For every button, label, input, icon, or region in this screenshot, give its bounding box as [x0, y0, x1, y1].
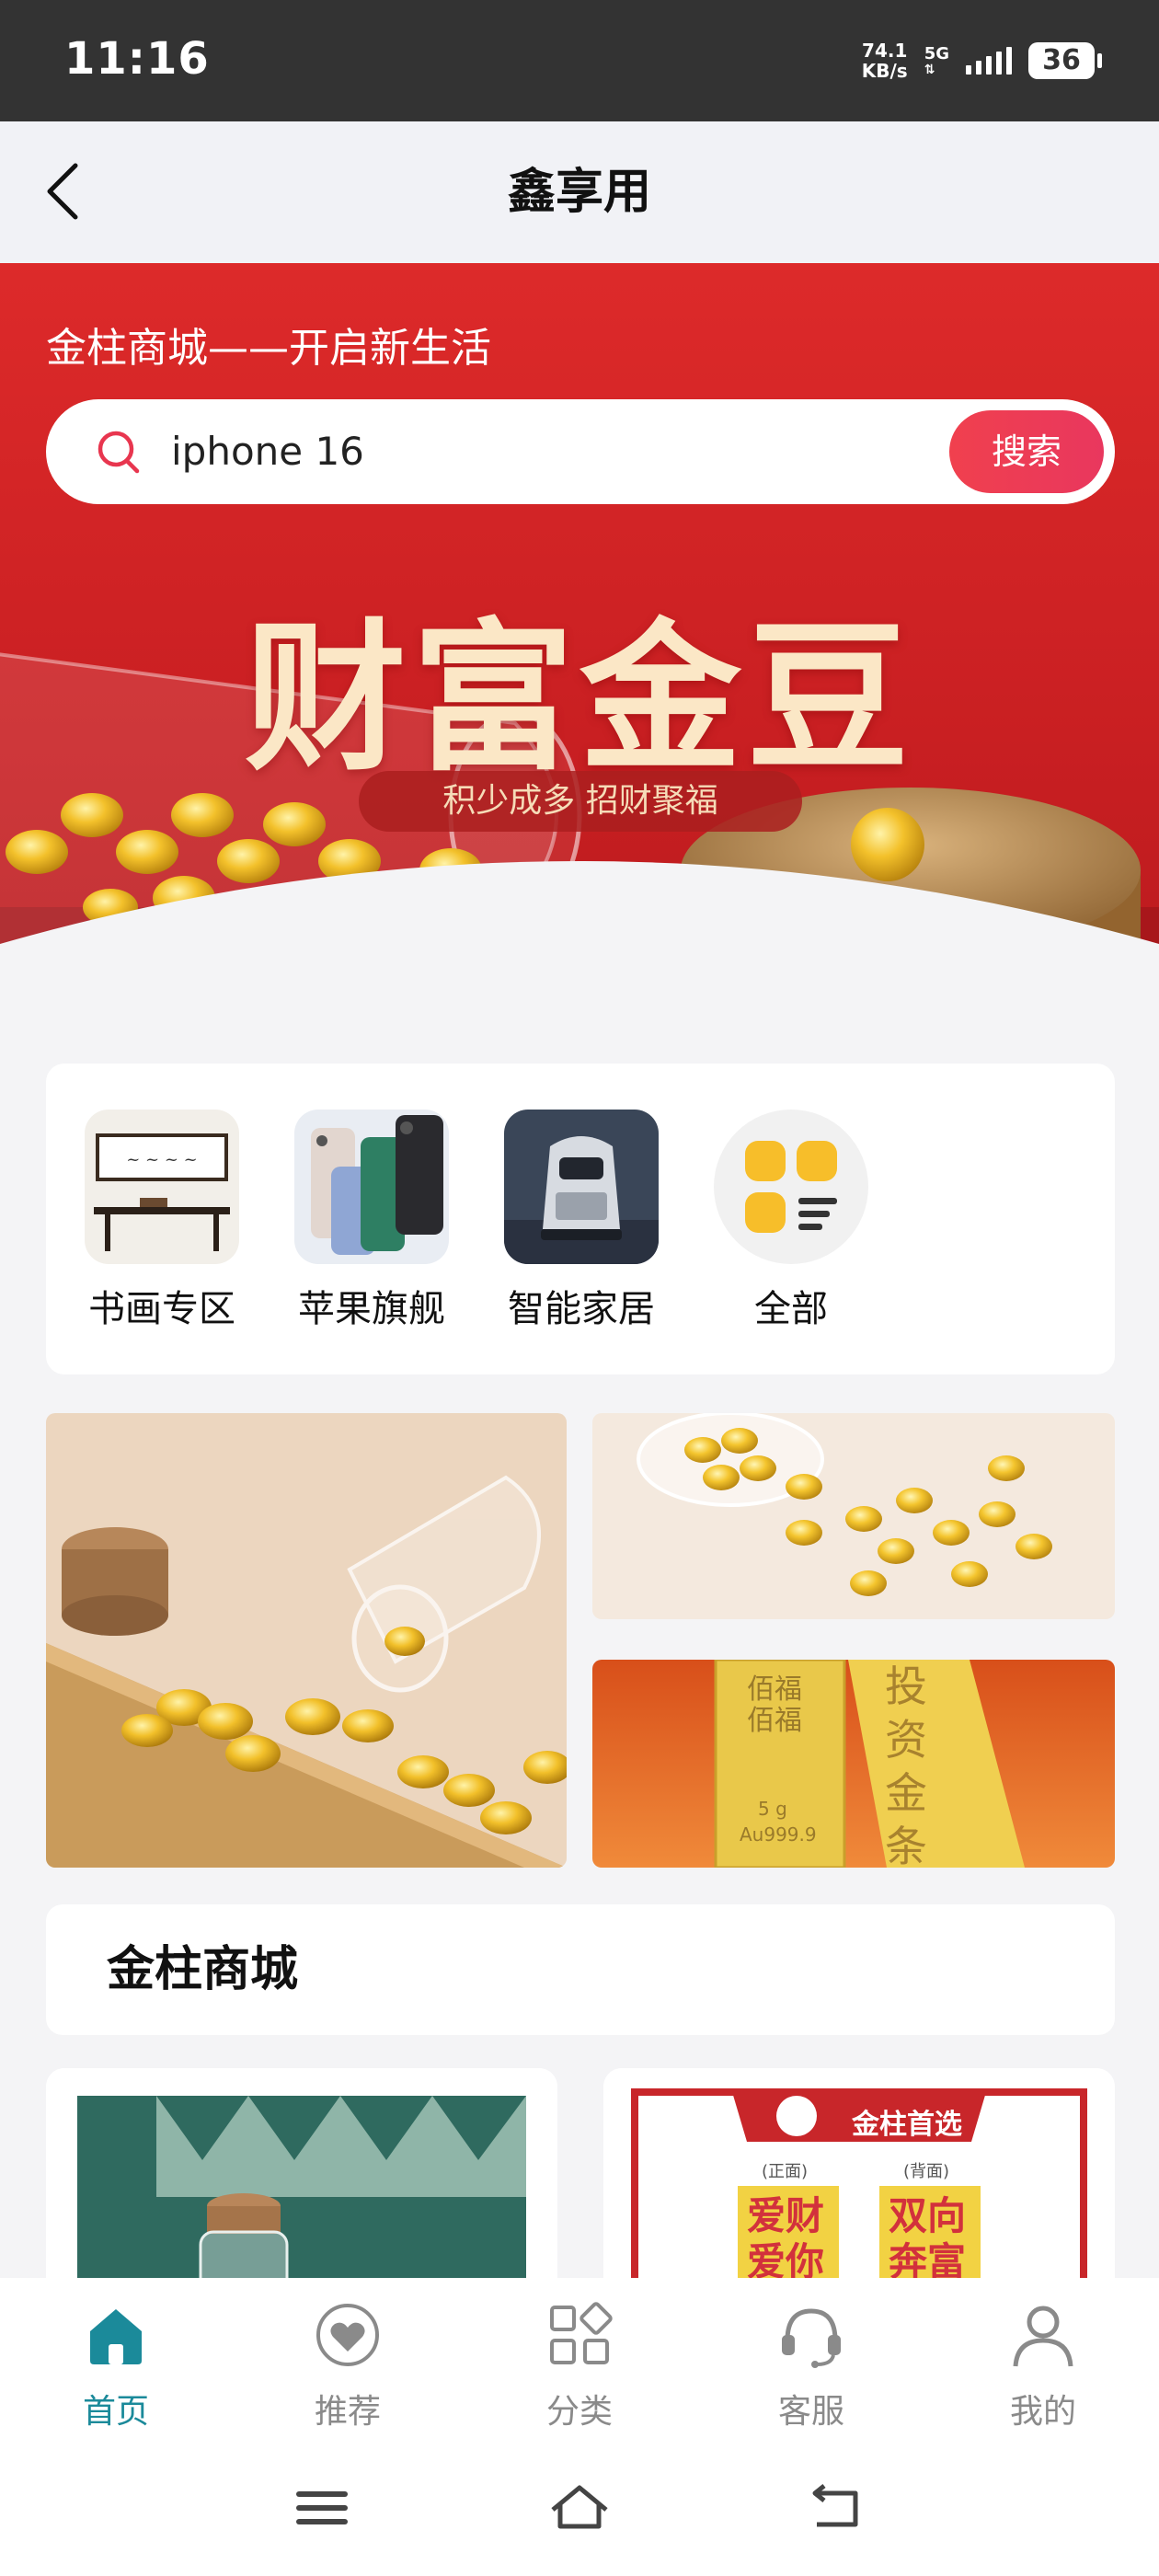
product-bar-back-text: 双向奔富 — [889, 2193, 967, 2284]
product-bar-front-text: 爱财爱你 — [747, 2193, 825, 2284]
page-title: 鑫享用 — [507, 165, 651, 220]
category-item-calligraphy[interactable]: ~ ~ ~ ~ 书画专区 — [83, 1110, 241, 1332]
headset-icon — [782, 2308, 841, 2368]
product-badge: 金柱首选 — [852, 2109, 962, 2141]
product-face-back-label: (背面) — [903, 2162, 950, 2181]
tab-label: 分类 — [545, 2393, 613, 2431]
tab-home[interactable]: 首页 — [24, 2298, 208, 2432]
category-label: 书画专区 — [88, 1288, 235, 1330]
gold-bar-purity: Au999.9 — [740, 1823, 817, 1846]
gold-beans-scatter-image — [592, 1413, 1115, 1619]
iphone-image — [294, 1110, 449, 1264]
category-item-apple[interactable]: 苹果旗舰 — [293, 1110, 451, 1332]
data-arrows-icon: ⇅ — [924, 63, 935, 77]
network-speed: 74.1 KB/s — [861, 40, 908, 82]
network-type: 5G ⇅ — [924, 44, 949, 77]
tab-category[interactable]: 分类 — [488, 2298, 671, 2432]
heart-icon — [316, 2304, 379, 2366]
home-icon — [90, 2309, 142, 2364]
bottom-tab-bar: 首页 推荐 分类 客服 我的 — [0, 2278, 1159, 2576]
grid-menu-icon — [714, 1110, 868, 1264]
promo-gold-beans-jar[interactable] — [46, 1413, 567, 1868]
user-icon — [1013, 2306, 1073, 2367]
search-icon — [98, 431, 140, 474]
tab-recommend[interactable]: 推荐 — [256, 2298, 440, 2432]
tab-label: 我的 — [1009, 2393, 1076, 2431]
store-slogan: 金柱商城——开启新生活 — [46, 325, 491, 372]
status-indicators: 74.1 KB/s 5G ⇅ 36 — [861, 40, 1102, 82]
category-label: 苹果旗舰 — [298, 1288, 445, 1330]
signal-icon — [966, 47, 1012, 75]
search-bar[interactable]: iphone 16 搜索 — [46, 399, 1115, 504]
nav-bar: 鑫享用 — [0, 121, 1159, 263]
svg-text:~ ~ ~ ~: ~ ~ ~ ~ — [126, 1150, 198, 1169]
banner-subtitle-pill: 积少成多 招财聚福 — [359, 771, 802, 832]
menu-icon[interactable] — [291, 2480, 355, 2536]
gold-beans-jar-image — [46, 1413, 567, 1868]
robot-image — [504, 1110, 659, 1264]
tab-profile[interactable]: 我的 — [951, 2298, 1135, 2432]
home-outline-icon[interactable] — [547, 2480, 612, 2536]
section-title: 金柱商城 — [107, 1942, 299, 1997]
tab-customer-service[interactable]: 客服 — [719, 2298, 903, 2432]
status-time: 11:16 — [64, 33, 210, 85]
tab-label: 推荐 — [314, 2393, 381, 2431]
hero-banner[interactable]: 金柱商城——开启新生活 iphone 16 搜索 财富金豆 积少成多 招财聚福 — [0, 263, 1159, 1051]
status-bar: 11:16 74.1 KB/s 5G ⇅ 36 — [0, 0, 1159, 121]
tab-label: 客服 — [777, 2393, 844, 2431]
chevron-left-icon[interactable] — [37, 155, 110, 228]
promo-gold-bars[interactable]: 佰福 佰福 5 g Au999.9 投资金条 — [592, 1660, 1115, 1868]
category-item-all[interactable]: 全部 — [712, 1110, 870, 1332]
calligraphy-desk-image: ~ ~ ~ ~ — [85, 1110, 239, 1264]
banner-title: 财富金豆 — [244, 603, 914, 793]
search-input[interactable]: iphone 16 — [171, 399, 364, 504]
category-card: ~ ~ ~ ~ 书画专区 苹果旗舰 智能家居 全部 — [46, 1064, 1115, 1374]
category-icon — [550, 2302, 613, 2364]
gold-bars-image — [714, 1660, 1025, 1868]
search-button[interactable]: 搜索 — [949, 410, 1104, 493]
gold-bar-weight: 5 g — [758, 1798, 787, 1820]
gold-bar-brand: 佰福 佰福 — [747, 1673, 802, 1737]
category-item-smart-home[interactable]: 智能家居 — [502, 1110, 660, 1332]
section-header: 金柱商城 — [46, 1904, 1115, 2035]
back-icon[interactable] — [804, 2480, 868, 2536]
battery-icon: 36 — [1028, 42, 1102, 79]
product-face-front-label: (正面) — [762, 2162, 809, 2181]
category-label: 全部 — [754, 1288, 828, 1330]
promo-gold-beans-scatter[interactable] — [592, 1413, 1115, 1619]
category-label: 智能家居 — [508, 1288, 655, 1330]
tab-label: 首页 — [82, 2393, 149, 2431]
gold-bar-slogan: 投资金条 — [885, 1662, 927, 1868]
banner-subtitle: 积少成多 招财聚福 — [442, 782, 718, 820]
